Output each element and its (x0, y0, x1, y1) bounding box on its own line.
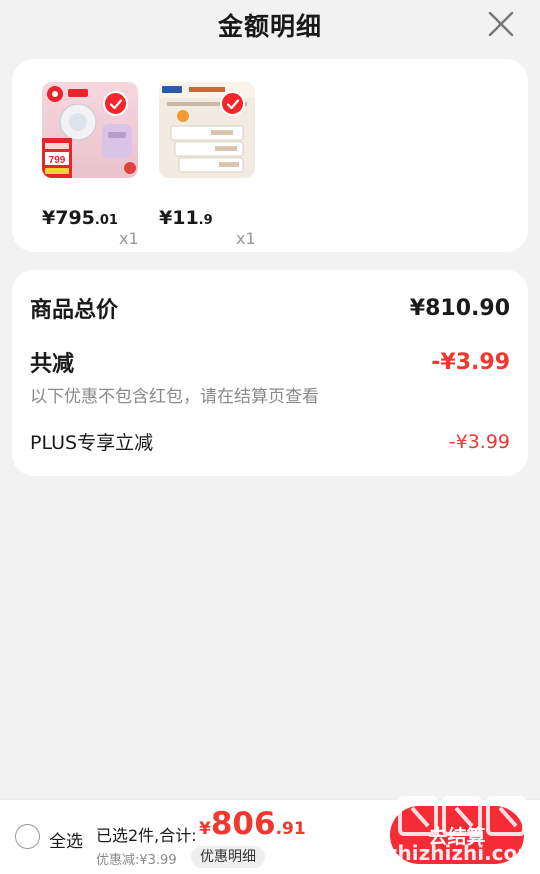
page-title: 金额明细 (217, 12, 322, 41)
plus-discount-label: PLUS专享立减 (30, 432, 154, 454)
price-main: ¥11 (159, 207, 199, 229)
product-image[interactable]: 799 (42, 82, 138, 178)
price-cents: .9 (198, 213, 213, 228)
price-summary-card: 商品总价 ¥810.90 共减 -¥3.99 以下优惠不包含红包，请在结算页查看… (12, 270, 528, 476)
product-item[interactable]: ¥11.9 x1 (159, 82, 256, 248)
checkout-button[interactable]: 去结算 (390, 806, 524, 864)
products-card: 799 ¥795.01 x1 ¥11.9 x1 (12, 59, 528, 252)
discount-note: 以下优惠不包含红包，请在结算页查看 (30, 387, 319, 407)
product-quantity: x1 (236, 229, 256, 248)
close-icon[interactable] (486, 9, 516, 39)
discount-label: 共减 (30, 352, 75, 377)
total-price-label: 商品总价 (30, 298, 119, 323)
plus-discount-row: PLUS专享立减 -¥3.99 (30, 428, 510, 455)
product-item[interactable]: 799 ¥795.01 x1 (42, 82, 139, 248)
total-price-value: ¥810.90 (409, 295, 510, 321)
product-price: ¥795.01 (42, 207, 172, 229)
plus-discount-value: -¥3.99 (448, 430, 510, 453)
select-all-label[interactable]: 全选 (49, 827, 83, 852)
product-price: ¥11.9 (159, 207, 289, 229)
product-badge-price: 799 (49, 155, 66, 166)
discount-row: 共减 -¥3.99 (30, 346, 510, 378)
discount-summary-text: 优惠减:¥3.99 (96, 853, 177, 868)
selected-check-icon[interactable] (220, 91, 245, 116)
selected-count-text: 已选2件,合计: (96, 826, 197, 845)
total-amount: ¥806.91 (199, 806, 306, 842)
total-decimal: .91 (275, 819, 306, 839)
select-all-radio[interactable] (15, 824, 40, 849)
product-image[interactable] (159, 82, 255, 178)
discount-value: -¥3.99 (431, 349, 510, 375)
price-main: ¥795 (42, 207, 95, 229)
discount-detail-button[interactable]: 优惠明细 (191, 846, 265, 868)
checkout-bar: 全选 已选2件,合计: ¥806.91 优惠减:¥3.99 优惠明细 去结算 (0, 799, 540, 874)
currency-symbol: ¥ (199, 819, 211, 839)
price-cents: .01 (94, 213, 118, 228)
product-quantity: x1 (119, 229, 139, 248)
total-integer: 806 (210, 806, 276, 842)
total-price-row: 商品总价 ¥810.90 (30, 292, 510, 324)
header: 金额明细 (0, 0, 540, 50)
selected-check-icon[interactable] (103, 91, 128, 116)
